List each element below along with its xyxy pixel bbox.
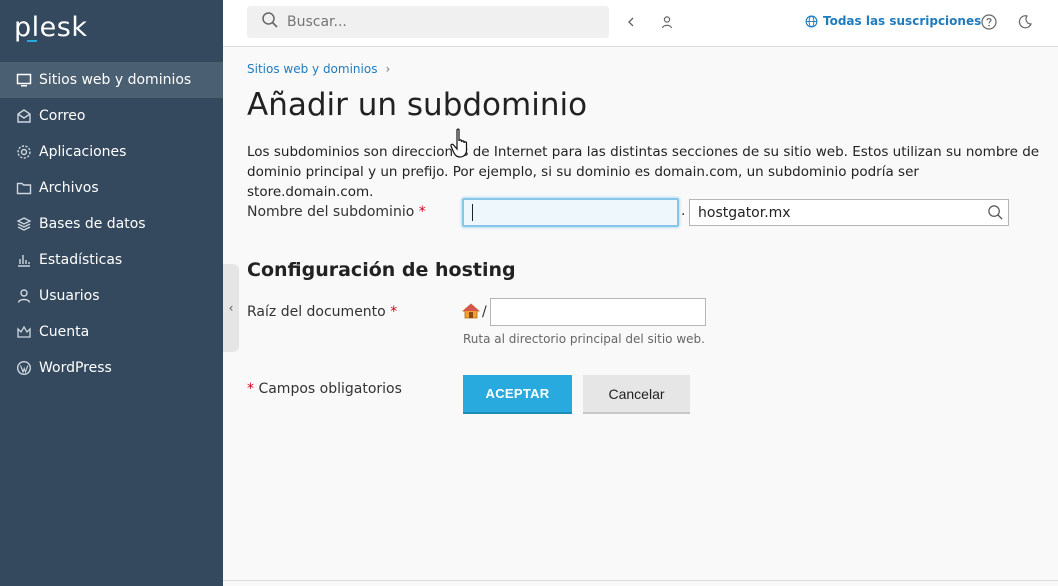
breadcrumb-item[interactable]: Sitios web y dominios bbox=[247, 62, 377, 76]
sidebar-item-label: Estadísticas bbox=[39, 252, 123, 268]
wordpress-icon bbox=[15, 360, 32, 377]
sidebar-item-label: Sitios web y dominios bbox=[39, 72, 192, 88]
domain-separator: . bbox=[681, 203, 686, 219]
sidebar-item-label: Correo bbox=[39, 108, 86, 124]
user-icon bbox=[661, 16, 673, 29]
required-mark: * bbox=[418, 204, 426, 220]
search-box[interactable] bbox=[247, 6, 609, 38]
user-icon bbox=[15, 288, 32, 305]
domain-select[interactable]: hostgator.mx bbox=[689, 199, 1009, 226]
ok-button[interactable]: ACEPTAR bbox=[463, 375, 572, 414]
sidebar-item-wordpress[interactable]: WordPress bbox=[0, 350, 223, 386]
page-description: Los subdominios son direcciones de Inter… bbox=[247, 144, 1040, 200]
subdomain-label: Nombre del subdominio * bbox=[247, 204, 426, 220]
gear-icon bbox=[15, 144, 32, 161]
sidebar-collapse-handle[interactable]: ‹ bbox=[223, 264, 239, 352]
sidebar-item-databases[interactable]: Bases de datos bbox=[0, 206, 223, 242]
sidebar-item-label: Bases de datos bbox=[39, 216, 146, 232]
crown-icon bbox=[15, 324, 32, 341]
hand-pointer-icon bbox=[450, 128, 472, 164]
help-icon bbox=[981, 14, 997, 30]
home-icon bbox=[461, 303, 481, 323]
bar-chart-icon bbox=[15, 252, 32, 269]
search-icon bbox=[261, 11, 279, 33]
cancel-button[interactable]: Cancelar bbox=[583, 375, 690, 414]
chevron-left-icon: ‹ bbox=[228, 301, 234, 315]
mail-icon bbox=[15, 108, 32, 125]
sidebar-item-statistics[interactable]: Estadísticas bbox=[0, 242, 223, 278]
chevron-right-icon: › bbox=[385, 62, 391, 76]
required-mark: * bbox=[247, 381, 254, 397]
docroot-label: Raíz del documento * bbox=[247, 304, 397, 320]
globe-icon bbox=[805, 15, 818, 27]
sidebar-item-label: Aplicaciones bbox=[39, 144, 127, 160]
sidebar: plesk Sitios web y dominios Correo Aplic… bbox=[0, 0, 223, 586]
subscriptions-label: Todas las suscripciones bbox=[823, 14, 982, 28]
topbar: Todas las suscripciones bbox=[223, 0, 1058, 47]
search-icon[interactable] bbox=[987, 204, 1004, 225]
docroot-input[interactable] bbox=[490, 298, 706, 326]
sidebar-item-applications[interactable]: Aplicaciones bbox=[0, 134, 223, 170]
monitor-icon bbox=[15, 72, 32, 89]
docroot-label-text: Raíz del documento bbox=[247, 304, 386, 320]
sidebar-item-files[interactable]: Archivos bbox=[0, 170, 223, 206]
page-title: Añadir un subdominio bbox=[247, 87, 588, 123]
sidebar-item-label: Cuenta bbox=[39, 324, 90, 340]
sidebar-item-label: Usuarios bbox=[39, 288, 100, 304]
help-button[interactable] bbox=[980, 13, 998, 31]
required-mark: * bbox=[390, 304, 398, 320]
hosting-section-title: Configuración de hosting bbox=[247, 259, 516, 281]
chevron-left-icon bbox=[628, 17, 634, 27]
domain-value: hostgator.mx bbox=[698, 204, 791, 221]
profile-button[interactable] bbox=[658, 13, 676, 31]
docroot-hint: Ruta al directorio principal del sitio w… bbox=[463, 332, 705, 346]
sidebar-item-account[interactable]: Cuenta bbox=[0, 314, 223, 350]
footer-divider bbox=[223, 580, 1058, 581]
search-input[interactable] bbox=[287, 14, 587, 30]
sidebar-item-users[interactable]: Usuarios bbox=[0, 278, 223, 314]
docroot-prefix: / bbox=[482, 304, 487, 320]
sidebar-item-label: Archivos bbox=[39, 180, 99, 196]
required-note-text: Campos obligatorios bbox=[258, 381, 402, 397]
folder-icon bbox=[15, 180, 32, 197]
subdomain-input[interactable] bbox=[462, 198, 679, 227]
logo-accent bbox=[27, 40, 37, 42]
sidebar-nav: Sitios web y dominios Correo Aplicacione… bbox=[0, 62, 223, 386]
plesk-logo[interactable]: plesk bbox=[14, 12, 87, 43]
moon-icon bbox=[1018, 15, 1032, 29]
breadcrumb: Sitios web y dominios › bbox=[247, 62, 390, 76]
all-subscriptions-link[interactable]: Todas las suscripciones bbox=[805, 14, 981, 28]
sidebar-item-label: WordPress bbox=[39, 360, 112, 376]
required-note: * Campos obligatorios bbox=[247, 381, 402, 397]
database-icon bbox=[15, 216, 32, 233]
text-caret bbox=[472, 204, 473, 221]
sidebar-item-mail[interactable]: Correo bbox=[0, 98, 223, 134]
sidebar-item-websites-domains[interactable]: Sitios web y dominios bbox=[0, 62, 223, 98]
subdomain-label-text: Nombre del subdominio bbox=[247, 204, 415, 220]
dark-mode-toggle[interactable] bbox=[1016, 13, 1034, 31]
back-button[interactable] bbox=[622, 13, 640, 31]
